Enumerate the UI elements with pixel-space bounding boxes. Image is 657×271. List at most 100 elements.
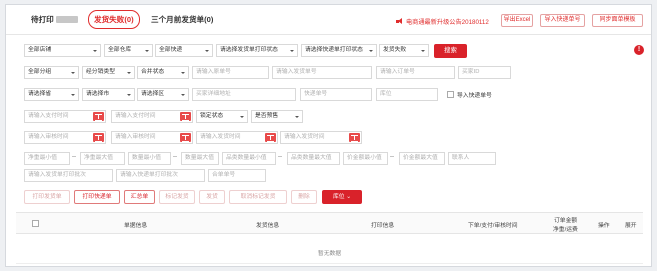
district-select[interactable]: 请选择区 (137, 88, 189, 101)
chevron-down-icon (145, 49, 149, 52)
import-express-label: 导入快递单号 (457, 93, 492, 99)
tab-pending-print-label: 待打印 (31, 15, 54, 24)
notice-link[interactable]: 电商通最新升级公告20180112 (396, 17, 489, 26)
range-separator: -- (72, 154, 76, 160)
deal-type-select-value: 经分销类型 (86, 69, 115, 75)
ship-no-input[interactable]: 请输入发货单号 (272, 66, 372, 79)
express-no-input[interactable]: 快递单号 (300, 88, 372, 101)
chevron-down-icon (93, 49, 97, 52)
warehouse-select[interactable]: 全部仓库 (104, 44, 153, 57)
receipt-no-input[interactable]: 请输入原单号 (192, 66, 269, 79)
location-input[interactable]: 库位 (376, 88, 438, 101)
calendar-icon[interactable] (93, 112, 104, 121)
audit-time-start-placeholder: 请输入审核时间 (28, 134, 69, 140)
goods-min-input[interactable]: 品类数量最小值 (222, 152, 276, 165)
col-freight: 净重/运费 (553, 227, 578, 233)
ship-batch-input[interactable]: 请输入发货单打印批次 (24, 169, 113, 182)
express-batch-input[interactable]: 请输入快递单打印批次 (116, 169, 205, 182)
city-select[interactable]: 请选择市 (82, 88, 135, 101)
import-express-checkbox[interactable]: 导入快递单号 (447, 90, 492, 99)
empty-state-text: 暂无数据 (317, 251, 342, 257)
deal-type-select[interactable]: 经分销类型 (82, 66, 135, 79)
checkbox-icon (447, 91, 454, 98)
import-express-no-button[interactable]: 导入快递单号 (540, 14, 585, 27)
chevron-down-icon (127, 71, 131, 74)
audit-time-end-input[interactable]: 请输入审核时间 (111, 131, 193, 144)
calendar-icon[interactable] (349, 133, 360, 142)
price-min-input[interactable]: 价金额最小值 (343, 152, 388, 165)
info-icon[interactable]: ! (634, 45, 644, 55)
lock-status-select[interactable]: 锁定状态 (196, 110, 248, 123)
group-select[interactable]: 全部分组 (24, 66, 79, 79)
mark-shipped-button[interactable]: 标记发货 (159, 190, 195, 204)
export-excel-button[interactable]: 导出Excel (501, 14, 533, 27)
merge-status-select[interactable]: 合并状态 (137, 66, 189, 79)
cancel-mark-button[interactable]: 取消标记发货 (229, 190, 287, 204)
qty-min-input[interactable]: 数量最小值 (128, 152, 171, 165)
chevron-down-icon (421, 49, 425, 52)
contact-input[interactable]: 联系人 (448, 152, 496, 165)
ship-button[interactable]: 发货 (199, 190, 225, 204)
calendar-icon[interactable] (265, 133, 276, 142)
chevron-down-icon: ⌄ (346, 194, 352, 200)
col-print-info: 打印信息 (371, 223, 395, 229)
ship-time-end-input[interactable]: 请输入发货时间 (280, 131, 362, 144)
col-order-amount: 订单金额 (554, 218, 578, 224)
speaker-icon (396, 18, 403, 25)
pay-time-start-input[interactable]: 请输入支付时间 (24, 110, 106, 123)
location-dropdown-button[interactable]: 库位 ⌄ (322, 190, 362, 204)
chevron-down-icon (240, 115, 244, 118)
col-expand: 展开 (625, 223, 637, 229)
col-ship-info: 发货信息 (256, 223, 280, 229)
audit-time-start-input[interactable]: 请输入审核时间 (24, 131, 106, 144)
delete-button[interactable]: 删除 (291, 190, 317, 204)
pay-time-start-placeholder: 请输入支付时间 (28, 113, 69, 119)
search-button[interactable]: 搜索 (434, 44, 467, 58)
shop-select[interactable]: 全部店铺 (24, 44, 101, 57)
chevron-down-icon (181, 71, 185, 74)
ship-time-start-input[interactable]: 请输入发货时间 (196, 131, 278, 144)
calendar-icon[interactable] (180, 112, 191, 121)
blurred-count (55, 16, 78, 23)
buyer-id-input[interactable]: 买家ID (458, 66, 511, 79)
group-select-value: 全部分组 (28, 69, 52, 75)
order-no-input[interactable]: 请输入订单号 (376, 66, 455, 79)
summary-button[interactable]: 汇总单 (124, 190, 155, 204)
goods-max-input[interactable]: 品类数量最大值 (287, 152, 340, 165)
qty-max-input[interactable]: 数量最大值 (181, 152, 219, 165)
chevron-down-icon (295, 115, 299, 118)
print-express-button[interactable]: 打印快递单 (74, 190, 120, 204)
chevron-down-icon (71, 71, 75, 74)
price-max-input[interactable]: 价金额最大值 (399, 152, 445, 165)
chevron-down-icon (290, 49, 294, 52)
tab-ship-fail[interactable]: 发货失败(0) (88, 10, 140, 29)
print-ship-button[interactable]: 打印发货单 (24, 190, 70, 204)
warehouse-select-value: 全部仓库 (108, 47, 132, 53)
express-select[interactable]: 全部快递 (155, 44, 213, 57)
calendar-icon[interactable] (180, 133, 191, 142)
chevron-down-icon (127, 93, 131, 96)
weight-max-input[interactable]: 净重最大值 (80, 152, 125, 165)
weight-min-input[interactable]: 净重最小值 (24, 152, 70, 165)
sync-template-button[interactable]: 同步面单模板 (592, 14, 643, 27)
lock-status-select-value: 锁定状态 (200, 113, 224, 119)
ship-status-select[interactable]: 发货失败 (379, 44, 429, 57)
select-all-checkbox[interactable] (32, 220, 39, 227)
presale-select[interactable]: 是否预售 (251, 110, 303, 123)
address-input[interactable]: 买家详细地址 (192, 88, 296, 101)
audit-time-end-placeholder: 请输入审核时间 (115, 134, 156, 140)
express-print-status-select[interactable]: 请选择快递单打印状态 (301, 44, 377, 57)
pay-time-end-input[interactable]: 请输入支付时间 (111, 110, 193, 123)
chevron-down-icon (181, 93, 185, 96)
ship-print-status-value: 请选择发货单打印状态 (220, 47, 278, 53)
province-select[interactable]: 请选择省 (24, 88, 79, 101)
tab-three-months[interactable]: 三个月前发货单(0) (151, 14, 213, 25)
calendar-icon[interactable] (93, 133, 104, 142)
merge-status-select-value: 合并状态 (141, 69, 165, 75)
ship-print-status-select[interactable]: 请选择发货单打印状态 (216, 44, 298, 57)
divider (16, 263, 643, 264)
tab-pending-print[interactable]: 待打印 (31, 14, 78, 25)
express-select-value: 全部快递 (159, 47, 183, 53)
col-goods: 单据信息 (124, 223, 148, 229)
merge-no-input[interactable]: 合单单号 (208, 169, 266, 182)
